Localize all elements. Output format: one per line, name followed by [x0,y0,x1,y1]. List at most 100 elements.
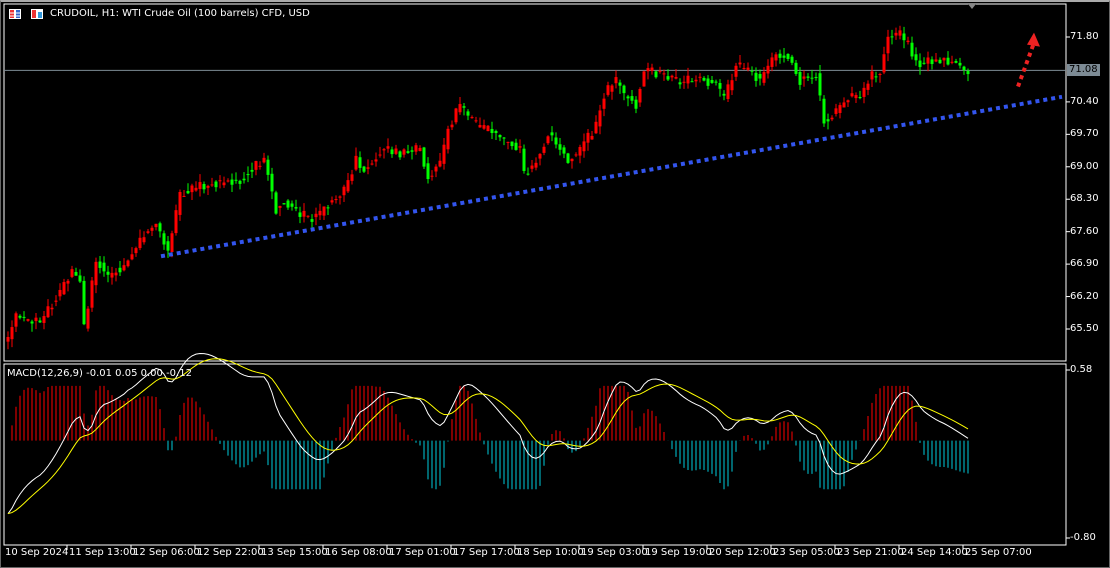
candle-body [470,117,474,119]
candle-body [270,173,274,192]
candle-body [610,85,614,92]
candle-body [710,80,714,83]
candle-body [758,73,762,79]
candle-body [634,99,638,109]
candle-body [102,262,106,272]
candle-body [690,81,694,83]
up-arrow-line [1016,41,1036,88]
candle-body [234,179,238,181]
candle-body [10,327,14,340]
candle-body [242,178,246,181]
candle-body [562,147,566,154]
candle-body [818,73,822,96]
candle-body [858,97,862,99]
price-chart[interactable] [0,0,1110,567]
candle-body [42,316,46,323]
y-tick-label: 66.20 [1070,290,1099,302]
candle-body [734,65,738,77]
candle-body [862,87,866,97]
candle-body [434,166,438,172]
candle-body [902,33,906,41]
candle-body [782,55,786,58]
candle-body [38,320,42,323]
candle-body [546,136,550,144]
candle-body [366,167,370,169]
candle-body [54,300,58,302]
candle-body [670,75,674,78]
candle-body [370,163,374,165]
candle-body [362,166,366,172]
candle-body [586,132,590,143]
candle-body [926,57,930,64]
y-tick-label: 69.00 [1070,160,1099,172]
candle-body [14,313,18,327]
candle-body [950,61,954,63]
candle-body [738,62,742,65]
candle-body [522,148,526,171]
candle-body [34,317,38,322]
macd-min-label: -0.80 [1070,532,1096,543]
candle-body [18,315,22,318]
candle-body [850,93,854,97]
candle-body [730,80,734,91]
candle-body [646,68,650,72]
candle-body [918,60,922,68]
candle-body [318,210,322,216]
candle-body [122,265,126,271]
candle-body [754,72,758,81]
candle-body [502,137,506,139]
candle-body [142,237,146,243]
candle-body [498,135,502,138]
candle-body [214,181,218,188]
candle-body [602,98,606,109]
candle-body [938,59,942,64]
candle-body [162,233,166,245]
x-tick-label: 12 Sep 06:00 [133,547,200,558]
candle-body [878,73,882,75]
candle-body [398,151,402,158]
x-tick-label: 23 Sep 21:00 [837,547,904,558]
candle-body [26,319,30,321]
candle-body [230,179,234,185]
candle-body [910,42,914,57]
candle-body [278,205,282,208]
candle-body [258,165,262,167]
candle-body [810,77,814,79]
candle-body [86,308,90,329]
candle-body [882,54,886,73]
candle-body [482,125,486,129]
candle-body [390,149,394,155]
candle-body [106,271,110,275]
candle-body [742,67,746,69]
candle-body [306,215,310,217]
one-click-trading-icon[interactable] [31,9,43,19]
candle-body [746,67,750,70]
x-tick-label: 17 Sep 01:00 [389,547,456,558]
candle-body [906,40,910,43]
x-tick-label: 24 Sep 14:00 [901,547,968,558]
candle-body [606,85,610,95]
candle-body [826,119,830,122]
x-tick-label: 10 Sep 2024 [5,547,69,558]
support-trendline [160,94,1063,259]
candle-body [422,147,426,167]
candle-body [274,192,278,214]
candle-body [674,76,678,79]
candle-body [94,261,98,286]
candle-body [178,191,182,215]
candle-body [238,180,242,184]
candle-body [718,82,722,89]
candle-body [714,81,718,83]
candle-body [790,56,794,63]
candle-body [650,67,654,71]
x-tick-label: 13 Sep 15:00 [261,547,328,558]
candle-body [382,149,386,151]
up-arrow-head [1027,32,1040,47]
candle-body [814,76,818,78]
candle-body [246,174,250,176]
candle-body [438,160,442,167]
candle-body [386,146,390,149]
candle-body [894,32,898,36]
candle-body [626,96,630,99]
candle-body [842,102,846,108]
